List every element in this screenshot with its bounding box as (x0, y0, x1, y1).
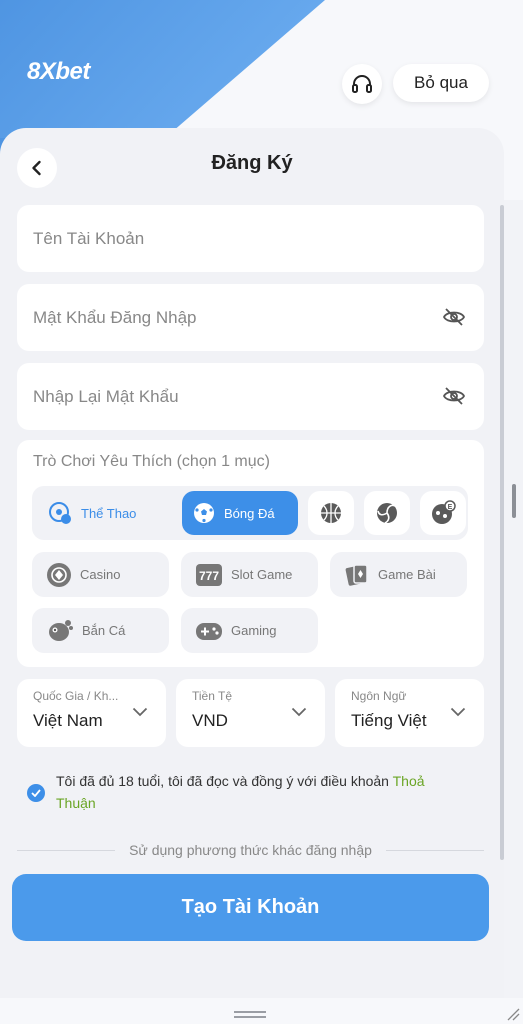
tab-basketball[interactable] (308, 491, 354, 535)
category-slot-game[interactable]: 777 Slot Game (181, 552, 318, 597)
casino-chip-icon (47, 562, 71, 587)
page-title: Đăng Ký (211, 152, 293, 174)
headset-icon (352, 75, 372, 93)
sports-icon (49, 502, 71, 524)
country-label: Quốc Gia / Kh... (33, 689, 119, 703)
chevron-down-icon (450, 707, 466, 717)
cards-icon (345, 563, 368, 586)
username-placeholder: Tên Tài Khoản (33, 228, 145, 248)
chevron-down-icon (132, 707, 148, 717)
basketball-icon (321, 503, 341, 523)
terms-checkbox[interactable] (27, 784, 45, 802)
side-drag-handle[interactable] (512, 484, 516, 518)
alt-login-divider: Sử dụng phương thức khác đăng nhập (17, 840, 484, 860)
terms-agreement: Tôi đã đủ 18 tuổi, tôi đã đọc và đồng ý … (27, 770, 467, 814)
category-casino[interactable]: Casino (32, 552, 169, 597)
fish-icon (49, 619, 73, 641)
category-slot-game-label: Slot Game (231, 567, 293, 582)
confirm-password-field[interactable]: Nhập Lại Mật Khẩu (17, 363, 484, 430)
tab-football-label: Bóng Đá (224, 505, 275, 521)
create-account-button[interactable]: Tạo Tài Khoản (12, 874, 489, 941)
category-card-game[interactable]: Game Bài (330, 552, 467, 597)
divider-line (385, 849, 484, 851)
tab-sports-label: Thể Thao (81, 505, 137, 521)
category-fishing[interactable]: Bắn Cá (32, 608, 169, 653)
language-select[interactable]: Ngôn Ngữ Tiếng Việt (335, 679, 484, 747)
terms-text: Tôi đã đủ 18 tuổi, tôi đã đọc và đồng ý … (56, 773, 393, 789)
tabs-scroll-edge (478, 497, 481, 529)
tab-sports[interactable]: Thể Thao (37, 491, 157, 535)
bottom-grip[interactable] (234, 1016, 266, 1018)
soccer-ball-icon (194, 503, 214, 523)
confirm-password-placeholder: Nhập Lại Mật Khẩu (33, 386, 179, 406)
eye-off-icon[interactable] (442, 306, 466, 328)
esports-icon: E (432, 500, 456, 524)
tab-football[interactable]: Bóng Đá (182, 491, 298, 535)
checkmark-icon (31, 789, 41, 797)
svg-text:777: 777 (199, 569, 219, 583)
category-card-game-label: Game Bài (378, 567, 436, 582)
divider-line (17, 849, 116, 851)
category-casino-label: Casino (80, 567, 121, 582)
category-gaming-label: Gaming (231, 623, 277, 638)
scrollbar[interactable] (500, 205, 504, 860)
tab-volleyball[interactable] (364, 491, 410, 535)
gamepad-icon (196, 622, 222, 640)
username-field[interactable]: Tên Tài Khoản (17, 205, 484, 272)
skip-button[interactable]: Bỏ qua (393, 64, 489, 102)
support-button[interactable] (342, 64, 382, 104)
country-select[interactable]: Quốc Gia / Kh... Việt Nam (17, 679, 166, 747)
sport-tabs: Thể Thao Bóng Đá E (32, 486, 481, 540)
chevron-down-icon (291, 707, 307, 717)
brand-logo: 8Xbet (27, 58, 90, 85)
language-label: Ngôn Ngữ (351, 689, 407, 703)
category-fishing-label: Bắn Cá (82, 623, 126, 638)
currency-select[interactable]: Tiền Tệ VND (176, 679, 325, 747)
password-placeholder: Mật Khẩu Đăng Nhập (33, 307, 197, 327)
alt-login-text: Sử dụng phương thức khác đăng nhập (129, 842, 372, 858)
password-field[interactable]: Mật Khẩu Đăng Nhập (17, 284, 484, 351)
favorite-games-section: Trò Chơi Yêu Thích (chọn 1 mục) Thể Thao… (17, 440, 484, 667)
volleyball-icon (377, 503, 397, 524)
svg-text:E: E (448, 504, 453, 511)
favorite-games-title: Trò Chơi Yêu Thích (chọn 1 mục) (33, 453, 270, 470)
resize-corner-icon[interactable] (506, 1007, 520, 1021)
eye-off-icon[interactable] (442, 385, 466, 407)
category-gaming[interactable]: Gaming (181, 608, 318, 653)
tab-esports[interactable]: E (420, 491, 466, 535)
bottom-grip[interactable] (234, 1011, 266, 1013)
slot-777-icon: 777 (196, 563, 222, 586)
currency-label: Tiền Tệ (192, 689, 233, 703)
